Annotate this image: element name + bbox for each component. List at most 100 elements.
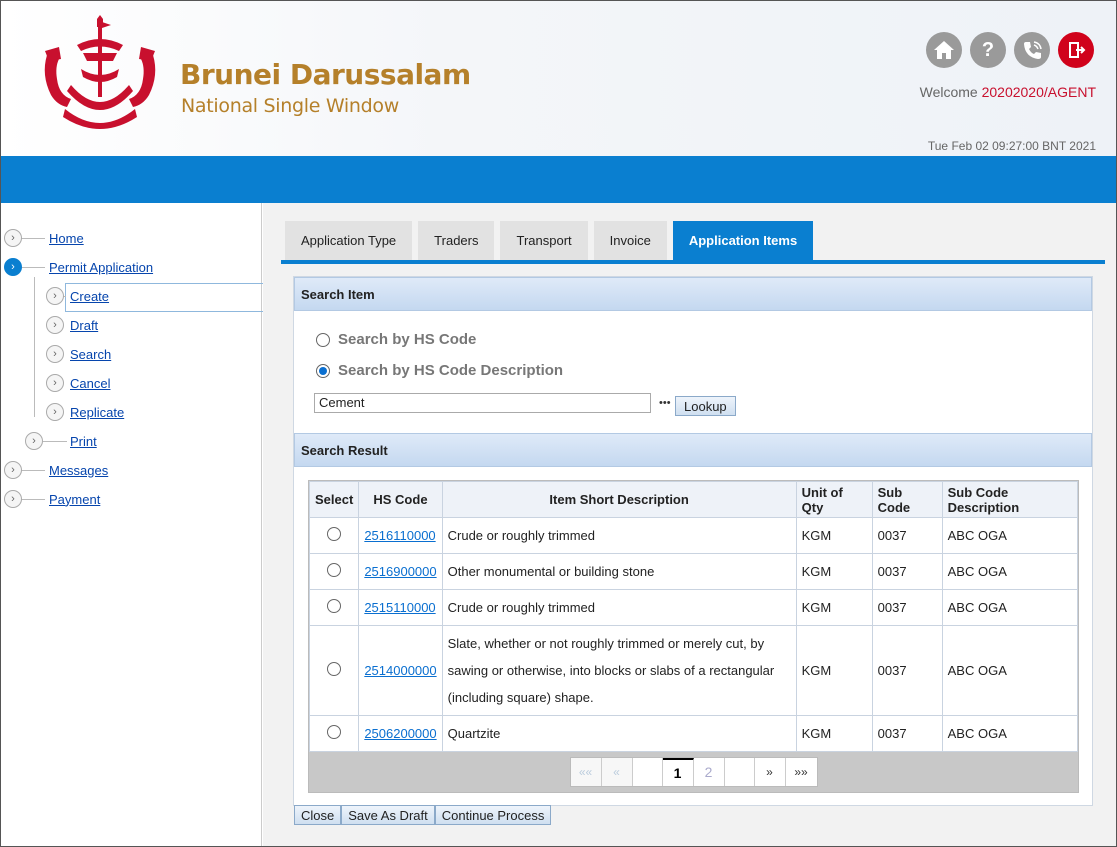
chevron-right-icon[interactable]: ›: [25, 432, 43, 450]
prev-page-button[interactable]: «: [601, 758, 633, 786]
hs-code-cell: 2516900000: [358, 553, 443, 590]
hs-code-link[interactable]: 2506200000: [364, 726, 436, 741]
tab-underline: [281, 260, 1105, 264]
sidebar-link-home[interactable]: Home: [49, 231, 84, 246]
row-radio[interactable]: [327, 599, 342, 613]
last-page-button[interactable]: »»: [785, 758, 817, 786]
unit-cell: KGM: [795, 589, 873, 626]
lookup-icon: •••: [659, 397, 671, 409]
select-cell[interactable]: [308, 517, 360, 554]
radio-button[interactable]: [316, 363, 330, 378]
phone-icon[interactable]: [1014, 32, 1050, 68]
sidebar-item-draft[interactable]: › Draft: [46, 314, 98, 336]
logout-icon[interactable]: [1058, 32, 1094, 68]
tab-traders[interactable]: Traders: [418, 221, 495, 260]
radio-search-hs-code[interactable]: Search by HS Code: [316, 331, 476, 348]
description-cell: Slate, whether or not roughly trimmed or…: [441, 625, 797, 716]
chevron-right-icon[interactable]: ›: [4, 229, 22, 247]
sidebar-link-permit-application[interactable]: Permit Application: [49, 260, 153, 275]
select-cell[interactable]: [308, 715, 360, 752]
sidebar-item-payment[interactable]: › Payment: [4, 488, 100, 510]
tab-bar: Application Type Traders Transport Invoi…: [285, 221, 814, 260]
search-result-heading: Search Result: [294, 433, 1092, 467]
select-cell[interactable]: [308, 625, 360, 716]
continue-process-button[interactable]: Continue Process: [434, 805, 552, 825]
row-radio[interactable]: [327, 563, 342, 577]
page-2-button[interactable]: 2: [693, 758, 725, 786]
sidebar-link-messages[interactable]: Messages: [49, 463, 108, 478]
lookup-button[interactable]: Lookup: [675, 396, 736, 416]
tab-application-type[interactable]: Application Type: [285, 221, 413, 260]
hs-code-link[interactable]: 2516900000: [364, 564, 436, 579]
sub-code-cell: 0037: [871, 589, 943, 626]
welcome-label: Welcome: [919, 84, 978, 100]
description-cell: Crude or roughly trimmed: [441, 589, 797, 626]
unit-cell: KGM: [795, 715, 873, 752]
column-header: Item Short Description: [441, 481, 797, 518]
results-table-container: Select HS Code Item Short Description Un…: [308, 480, 1079, 793]
hs-code-link[interactable]: 2514000000: [364, 663, 436, 678]
application-items-panel: Search Item Search by HS Code Search by …: [293, 276, 1093, 806]
sidebar-link-replicate[interactable]: Replicate: [70, 405, 124, 420]
tab-application-items[interactable]: Application Items: [672, 221, 814, 260]
hs-code-link[interactable]: 2515110000: [364, 600, 435, 615]
chevron-right-icon[interactable]: ›: [46, 316, 64, 334]
radio-button[interactable]: [316, 332, 330, 347]
tab-transport[interactable]: Transport: [500, 221, 588, 260]
select-cell[interactable]: [308, 589, 360, 626]
search-input[interactable]: Cement: [314, 393, 651, 413]
radio-search-hs-description[interactable]: Search by HS Code Description: [316, 362, 563, 379]
sidebar-item-permit-application[interactable]: › Permit Application: [4, 256, 153, 278]
sidebar-link-create[interactable]: Create: [70, 289, 109, 304]
chevron-right-icon[interactable]: ›: [4, 490, 22, 508]
table-row: 2514000000 Slate, whether or not roughly…: [308, 625, 1079, 716]
chevron-right-icon[interactable]: ›: [46, 374, 64, 392]
chevron-right-icon[interactable]: ›: [4, 461, 22, 479]
home-icon[interactable]: [926, 32, 962, 68]
sidebar-item-cancel[interactable]: › Cancel: [46, 372, 110, 394]
table-row: 2515110000 Crude or roughly trimmed KGM …: [308, 589, 1079, 626]
hs-code-link[interactable]: 2516110000: [364, 528, 435, 543]
sidebar-link-search[interactable]: Search: [70, 347, 111, 362]
save-as-draft-button[interactable]: Save As Draft: [341, 805, 435, 825]
sub-code-cell: 0037: [871, 553, 943, 590]
row-radio[interactable]: [327, 527, 342, 541]
select-cell[interactable]: [308, 553, 360, 590]
close-button[interactable]: Close: [294, 805, 342, 825]
row-radio[interactable]: [327, 662, 342, 676]
hs-code-cell: 2506200000: [358, 715, 443, 752]
page-header: Brunei Darussalam National Single Window…: [1, 1, 1116, 156]
row-radio[interactable]: [327, 725, 342, 739]
sidebar-link-print[interactable]: Print: [70, 434, 97, 449]
sidebar-item-print[interactable]: › Print: [25, 430, 97, 452]
sidebar-link-cancel[interactable]: Cancel: [70, 376, 110, 391]
sidebar-item-home[interactable]: › Home: [4, 227, 84, 249]
chevron-right-icon[interactable]: ›: [46, 403, 64, 421]
brand-subtitle: National Single Window: [181, 95, 399, 117]
table-row: 2506200000 Quartzite KGM 0037 ABC OGA: [308, 715, 1079, 752]
table-header-row: Select HS Code Item Short Description Un…: [308, 481, 1079, 518]
search-item-heading: Search Item: [294, 277, 1092, 311]
column-header: HS Code: [358, 481, 443, 518]
sidebar-item-messages[interactable]: › Messages: [4, 459, 108, 481]
tab-invoice[interactable]: Invoice: [593, 221, 667, 260]
unit-cell: KGM: [795, 625, 873, 716]
first-page-button[interactable]: ««: [570, 758, 602, 786]
chevron-right-icon[interactable]: ›: [46, 345, 64, 363]
sidebar-item-replicate[interactable]: › Replicate: [46, 401, 124, 423]
column-header: Unit of Qty: [795, 481, 873, 518]
chevron-right-icon[interactable]: ›: [4, 258, 22, 276]
sidebar-item-create[interactable]: › Create: [46, 285, 109, 307]
sub-desc-cell: ABC OGA: [941, 589, 1079, 626]
welcome-text: Welcome 20202020/AGENT: [920, 84, 1096, 100]
page-1-button[interactable]: 1: [662, 758, 694, 786]
help-icon[interactable]: ?: [970, 32, 1006, 68]
sidebar-item-search[interactable]: › Search: [46, 343, 111, 365]
next-page-button[interactable]: »: [754, 758, 786, 786]
header-icon-bar: ?: [926, 32, 1094, 68]
chevron-right-icon[interactable]: ›: [46, 287, 64, 305]
sub-desc-cell: ABC OGA: [941, 715, 1079, 752]
sidebar-link-payment[interactable]: Payment: [49, 492, 100, 507]
hs-code-cell: 2515110000: [358, 589, 443, 626]
sidebar-link-draft[interactable]: Draft: [70, 318, 98, 333]
